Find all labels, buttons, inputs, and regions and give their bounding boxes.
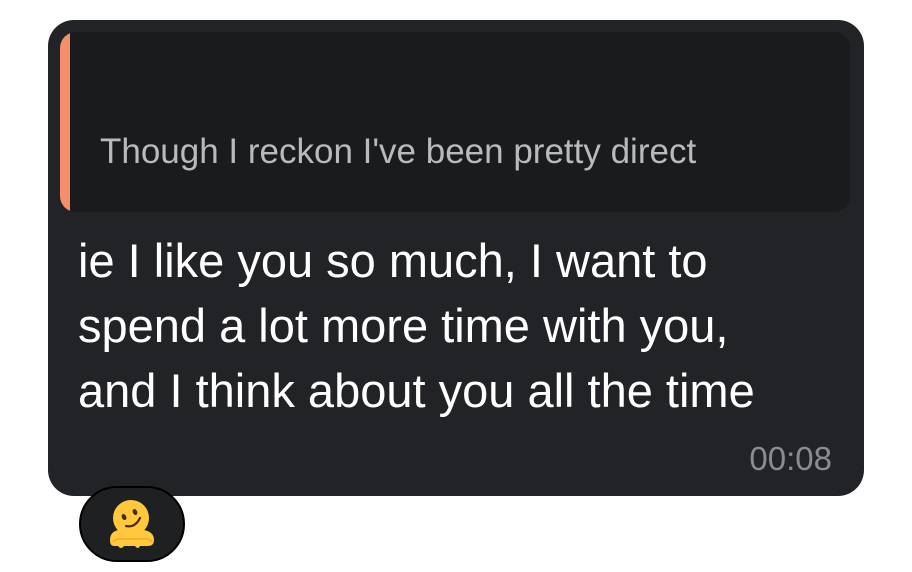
quoted-message-text: Though I reckon I've been pretty direct — [100, 132, 697, 171]
message-text: ie I like you so much, I want to spend a… — [78, 228, 848, 423]
message-line: spend a lot more time with you, — [78, 299, 729, 352]
message-timestamp: 00:08 — [749, 440, 832, 477]
reaction-badge[interactable] — [79, 486, 185, 562]
message-line: and I think about you all the time — [78, 364, 755, 417]
melting-face-emoji-icon — [104, 496, 160, 552]
quote-accent-bar — [60, 32, 70, 212]
quoted-reply[interactable]: Though I reckon I've been pretty direct — [60, 32, 850, 212]
message-bubble[interactable]: Though I reckon I've been pretty direct … — [48, 20, 864, 496]
message-line: ie I like you so much, I want to — [78, 234, 708, 287]
